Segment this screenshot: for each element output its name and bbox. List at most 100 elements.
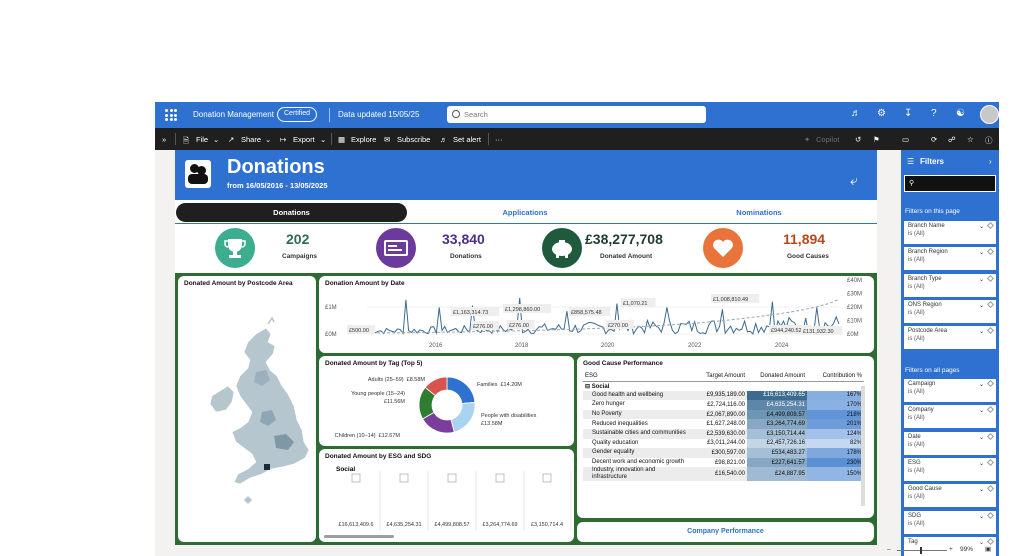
view-icon[interactable]: ▭ (902, 135, 909, 144)
esg-chart-card[interactable]: Donated Amount by ESG and SDG Social £16… (319, 449, 574, 542)
filter-card[interactable]: Branch Region is (All) ⌄ (904, 247, 996, 271)
good-cause-card[interactable]: Good Cause Performance ESG Target Amount… (577, 356, 874, 518)
share-menu[interactable]: Share (241, 135, 261, 144)
clear-filter-icon[interactable] (986, 432, 995, 440)
tab-applications[interactable]: Applications (409, 203, 641, 222)
filter-card[interactable]: SDG is (All) ⌄ (904, 510, 996, 534)
zoom-slider[interactable] (897, 550, 947, 551)
chevron-down-icon[interactable]: ⌄ (979, 434, 984, 441)
donut-slice[interactable] (450, 401, 476, 433)
table-row[interactable]: Decent work and economic growth £98,821.0… (583, 457, 864, 468)
tag-donut-chart[interactable]: Families £14.20M People with disabilities £… (319, 356, 574, 446)
table-row[interactable]: Reduced inequalities £1,627,248.00 £3,264,… (583, 419, 864, 429)
subscribe-button[interactable]: Subscribe (397, 135, 430, 144)
date-line-chart[interactable]: £0M £1M £0M £10M £20M £30M £40M 2016 2018 2020 202… (319, 276, 874, 353)
export-menu[interactable]: Export (293, 135, 315, 144)
chevron-down-icon[interactable]: ⌄ (979, 249, 984, 256)
clear-filter-icon[interactable] (986, 300, 995, 308)
tag-chart-card[interactable]: Donated Amount by Tag (Top 5) Families £1… (319, 356, 574, 446)
chevron-down-icon[interactable]: ⌄ (979, 276, 984, 283)
col-contribution[interactable]: Contribution % (807, 371, 864, 382)
app-name[interactable]: Donation Management (193, 110, 274, 119)
search-input[interactable]: Search (447, 106, 706, 123)
filter-card[interactable]: Date is (All) ⌄ (904, 431, 996, 455)
filter-card[interactable]: Company is (All) ⌄ (904, 405, 996, 429)
bell-icon[interactable]: ♬ (851, 108, 861, 119)
table-row[interactable]: Sustainable cities and communities £2,539… (583, 428, 864, 439)
filter-card[interactable]: Branch Name is (All) ⌄ (904, 221, 996, 244)
clear-filter-icon[interactable] (986, 511, 995, 519)
clear-filter-icon[interactable] (986, 379, 995, 388)
chevron-down-icon[interactable]: ⌄ (979, 381, 984, 388)
clear-filter-icon[interactable] (986, 248, 995, 256)
clear-filter-icon[interactable] (986, 221, 995, 230)
certified-badge[interactable]: Certified (277, 107, 318, 122)
table-row[interactable]: Industry, innovation and infrastructure £… (583, 467, 864, 482)
col-esg[interactable]: ESG (583, 371, 689, 382)
info-icon[interactable]: ⓘ (985, 135, 993, 146)
app-launcher-icon[interactable] (165, 109, 177, 121)
table-row[interactable]: Gender equality £300,597.00 £534,483.27 178… (583, 448, 864, 458)
clear-filter-icon[interactable] (986, 458, 995, 466)
col-donated[interactable]: Donated Amount (747, 371, 807, 382)
company-performance-button[interactable]: Company Performance (577, 522, 874, 542)
gear-icon[interactable]: ⚙ (877, 108, 886, 119)
filter-card[interactable]: Branch Type is (All) ⌄ (904, 273, 996, 297)
back-icon[interactable]: ⤶ (850, 172, 858, 189)
data-updated-label[interactable]: Data updated 15/05/25 (338, 110, 419, 119)
clear-filter-icon[interactable] (986, 327, 995, 335)
help-icon[interactable]: ? (931, 108, 937, 119)
expand-icon[interactable]: » (162, 135, 166, 144)
clear-filter-icon[interactable] (986, 406, 995, 414)
more-options-button[interactable]: ··· (495, 135, 503, 144)
collapse-icon[interactable]: › (989, 157, 992, 166)
download-icon[interactable]: ↧ (904, 108, 912, 119)
set-alert-button[interactable]: Set alert (453, 135, 481, 144)
horizontal-scrollbar[interactable] (324, 535, 394, 538)
esg-bar-chart[interactable]: £16,613,409.6 £4,635,254.31 £4,499,808.57 £… (319, 449, 574, 542)
table-row[interactable]: Quality education £3,011,244.00 £2,457,726… (583, 438, 864, 449)
chevron-down-icon[interactable]: ⌄ (979, 302, 984, 309)
filter-card[interactable]: ESG is (All) ⌄ (904, 457, 996, 481)
file-menu[interactable]: File (196, 135, 208, 144)
group-row[interactable]: ⊟ Social (583, 381, 864, 391)
date-chart-card[interactable]: Donation Amount by Date £0M £1M £0M £10M £20… (319, 276, 874, 353)
chevron-down-icon[interactable]: ⌄ (979, 513, 984, 520)
donut-slice[interactable] (446, 376, 476, 404)
copilot-button[interactable]: Copilot (816, 135, 839, 144)
table-row[interactable]: No Poverty £2,067,890.00 £4,499,808.57 218% (583, 409, 864, 420)
col-target[interactable]: Target Amount (689, 371, 747, 382)
clear-filter-icon[interactable] (986, 537, 995, 545)
table-row[interactable]: Zero hunger £2,724,116.00 £4,635,254.31 170… (583, 400, 864, 410)
postcode-map-card[interactable]: Donated Amount by Postcode Area (178, 276, 316, 542)
chevron-down-icon[interactable]: ⌄ (979, 407, 984, 414)
chevron-down-icon[interactable]: ⌄ (979, 223, 984, 230)
clear-filter-icon[interactable] (986, 485, 995, 493)
explore-button[interactable]: Explore (351, 135, 376, 144)
tab-donations[interactable]: Donations (176, 203, 407, 222)
share-people-icon[interactable]: ☯ (956, 108, 965, 119)
avatar[interactable] (980, 105, 999, 124)
favorite-icon[interactable]: ☆ (967, 135, 974, 144)
filter-card[interactable]: ONS Region is (All) ⌄ (904, 299, 996, 323)
zoom-slider-thumb[interactable] (920, 547, 922, 554)
bookmark-icon[interactable]: ⚑ (873, 135, 880, 144)
reset-icon[interactable]: ↺ (855, 135, 861, 144)
chevron-down-icon[interactable]: ⌄ (979, 486, 984, 493)
filters-search-input[interactable]: ⚲ (904, 175, 996, 192)
clear-filter-icon[interactable] (986, 274, 995, 282)
scrollbar[interactable] (861, 386, 865, 506)
uk-map[interactable] (178, 276, 316, 542)
filter-card[interactable]: Campaign is (All) ⌄ (904, 379, 996, 402)
tab-nominations[interactable]: Nominations (643, 203, 875, 222)
zoom-out-button[interactable]: – (887, 546, 891, 553)
table-row[interactable]: Good health and wellbeing £9,935,189.00 £1… (583, 390, 864, 401)
chevron-down-icon[interactable]: ⌄ (979, 460, 984, 467)
filter-card[interactable]: Good Cause is (All) ⌄ (904, 484, 996, 508)
fit-page-icon[interactable]: ▣ (985, 545, 991, 553)
comment-icon[interactable]: ☍ (948, 135, 956, 144)
refresh-icon[interactable]: ⟳ (931, 135, 937, 144)
filter-card[interactable]: Postcode Area is (All) ⌄ (904, 326, 996, 350)
zoom-in-button[interactable]: + (949, 546, 953, 553)
chevron-down-icon[interactable]: ⌄ (979, 328, 984, 335)
